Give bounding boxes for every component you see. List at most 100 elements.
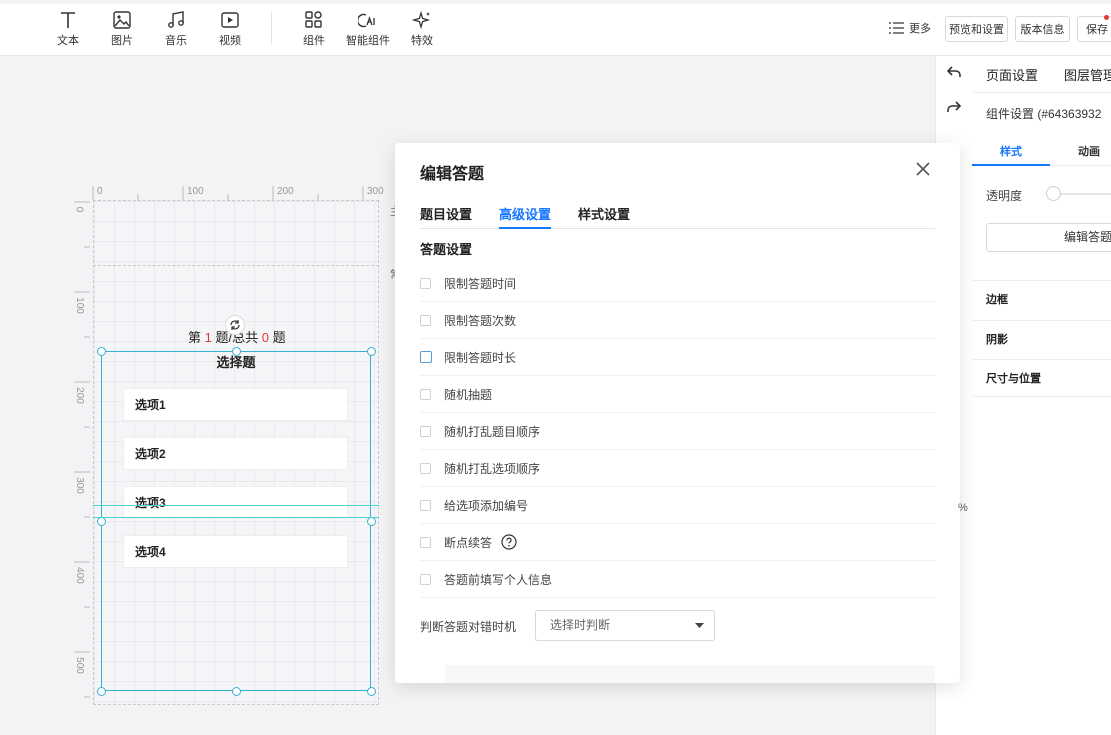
canvas-side-fragment: %	[958, 502, 968, 514]
tool-components[interactable]: 组件	[292, 10, 336, 48]
judge-timing-select[interactable]: 选择时判断	[535, 610, 715, 641]
checkbox[interactable]	[420, 462, 431, 474]
rotate-icon	[230, 320, 240, 330]
edit-quiz-dialog: 编辑答题 题目设置 高级设置 样式设置 答题设置 限制答题时间 限制答题次数 限…	[395, 143, 960, 683]
option-row-duration-limit[interactable]: 限制答题时长	[420, 339, 935, 376]
components-icon	[305, 11, 322, 28]
checkbox[interactable]	[420, 388, 431, 400]
quiz-option[interactable]: 选项1	[123, 388, 348, 421]
active-tab-underline	[499, 227, 551, 229]
ruler-tick: 100	[73, 297, 85, 314]
alignment-guide	[93, 517, 379, 518]
judge-timing-label: 判断答题对错时机	[420, 620, 517, 634]
resize-handle[interactable]	[97, 517, 106, 526]
select-value: 选择时判断	[550, 618, 611, 632]
version-info-button[interactable]: 版本信息	[1015, 16, 1070, 42]
option-row-number-options[interactable]: 给选项添加编号	[420, 487, 935, 524]
option-label: 限制答题次数	[444, 313, 517, 328]
ruler-tick: 200	[277, 186, 294, 197]
option-row-shuffle-options[interactable]: 随机打乱选项顺序	[420, 450, 935, 487]
preview-settings-button[interactable]: 预览和设置	[945, 16, 1008, 42]
redo-icon[interactable]	[947, 101, 961, 113]
tab-layer-manager[interactable]: 图层管理	[1064, 65, 1111, 84]
opacity-slider-thumb[interactable]	[1046, 186, 1061, 201]
rotate-handle[interactable]	[225, 315, 245, 335]
option-row-shuffle-questions[interactable]: 随机打乱题目顺序	[420, 413, 935, 450]
resize-handle[interactable]	[367, 517, 376, 526]
tool-label: 组件	[303, 35, 325, 47]
save-label: 保存	[1086, 24, 1108, 36]
save-notice-dot	[1104, 15, 1109, 20]
shadow-section[interactable]: 阴影	[972, 320, 1111, 358]
tab-animation[interactable]: 动画	[1078, 143, 1100, 159]
component-settings-title: 组件设置 (#64363932	[986, 107, 1102, 121]
help-icon[interactable]	[501, 534, 517, 550]
caret-down-icon	[695, 623, 704, 628]
image-icon	[113, 11, 131, 29]
checkbox[interactable]	[420, 277, 431, 289]
option-label: 答题前填写个人信息	[444, 572, 553, 587]
resize-handle[interactable]	[367, 687, 376, 696]
option-row-attempt-limit[interactable]: 限制答题次数	[420, 302, 935, 339]
tab-style[interactable]: 样式	[1000, 143, 1022, 159]
tool-music[interactable]: 音乐	[154, 10, 198, 48]
tool-image[interactable]: 图片	[100, 10, 144, 48]
tool-effects[interactable]: 特效	[400, 10, 444, 48]
toolbar-divider	[271, 12, 272, 44]
checkbox[interactable]	[420, 499, 431, 511]
quiz-option[interactable]: 选项2	[123, 437, 348, 470]
ai-components-icon	[358, 13, 375, 28]
top-toolbar: 文本 图片 音乐 视频 组件 智能组件 特效 更多 预览和设置 版本信息 保存	[0, 4, 1111, 56]
section-title: 答题设置	[420, 242, 473, 257]
close-icon[interactable]	[916, 162, 930, 176]
resize-handle[interactable]	[232, 687, 241, 696]
option-label: 给选项添加编号	[444, 498, 529, 513]
tool-ai-components[interactable]: 智能组件	[346, 10, 390, 48]
total-question-number: 0	[261, 330, 269, 345]
option-label: 限制答题时间	[444, 276, 517, 291]
undo-icon[interactable]	[947, 66, 961, 78]
tool-label: 图片	[111, 35, 133, 47]
quiz-option[interactable]: 选项3	[123, 486, 348, 519]
ruler-tick: 0	[73, 206, 85, 213]
checkbox[interactable]	[420, 573, 431, 585]
checkbox[interactable]	[420, 425, 431, 437]
question-type-title: 选择题	[216, 355, 256, 370]
option-label: 断点续答	[444, 535, 493, 550]
checkbox[interactable]	[420, 351, 432, 363]
dialog-title: 编辑答题	[420, 166, 485, 183]
option-label: 限制答题时长	[444, 350, 517, 365]
active-tab-underline	[972, 164, 1050, 166]
option-row-time-limit[interactable]: 限制答题时间	[420, 265, 935, 302]
tab-page-settings[interactable]: 页面设置	[986, 65, 1038, 84]
tab-question-settings[interactable]: 题目设置	[420, 204, 472, 223]
ruler-tick: 200	[73, 387, 85, 404]
tab-advanced-settings[interactable]: 高级设置	[499, 204, 551, 223]
border-section[interactable]: 边框	[972, 280, 1111, 318]
option-label: 随机抽题	[444, 387, 493, 402]
vertical-ruler: 0 100 200 300 400 500	[73, 200, 90, 735]
dialog-footer-area	[445, 665, 935, 683]
checkbox[interactable]	[420, 314, 431, 326]
tool-label: 视频	[219, 35, 241, 47]
size-position-section[interactable]: 尺寸与位置	[972, 359, 1111, 397]
tab-style-settings[interactable]: 样式设置	[578, 204, 630, 223]
resize-handle[interactable]	[97, 687, 106, 696]
ruler-tick: 100	[187, 186, 204, 197]
horizontal-ruler: 0 100 200 300	[91, 186, 384, 200]
tool-text[interactable]: 文本	[46, 10, 90, 48]
tool-label: 音乐	[165, 35, 187, 47]
tool-video[interactable]: 视频	[208, 10, 252, 48]
tabs-divider	[420, 228, 935, 229]
video-icon	[221, 12, 239, 28]
alignment-guide	[93, 505, 379, 506]
quiz-option[interactable]: 选项4	[123, 535, 348, 568]
option-row-personal-info[interactable]: 答题前填写个人信息	[420, 561, 935, 598]
tool-label: 智能组件	[346, 35, 390, 47]
more-label: 更多	[909, 23, 931, 35]
more-button[interactable]: 更多	[889, 20, 931, 36]
option-row-resume[interactable]: 断点续答	[420, 524, 935, 561]
edit-quiz-button[interactable]: 编辑答题	[986, 223, 1111, 252]
option-row-random-draw[interactable]: 随机抽题	[420, 376, 935, 413]
checkbox[interactable]	[420, 536, 431, 548]
